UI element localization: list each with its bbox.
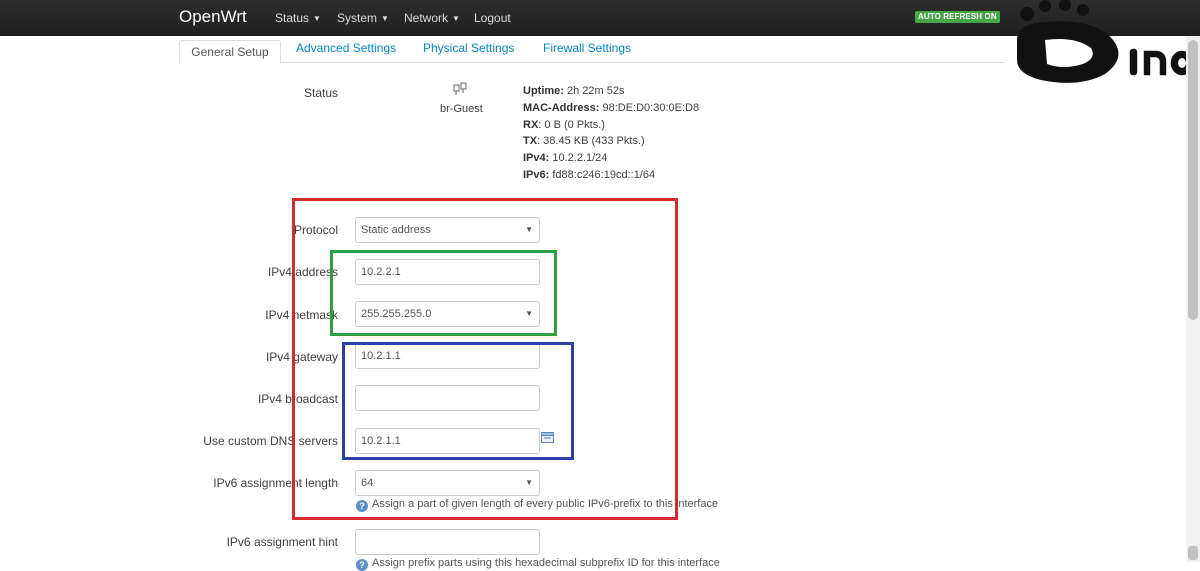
auto-refresh-badge[interactable]: AUTO REFRESH ON [915, 11, 1000, 23]
caret-down-icon: ▼ [452, 14, 460, 23]
tab-physical-settings[interactable]: Physical Settings [423, 41, 514, 64]
dino-logo [1017, 0, 1195, 83]
interface-status-info: Uptime: 2h 22m 52s MAC-Address: 98:DE:D0… [523, 83, 699, 184]
caret-down-icon: ▼ [313, 14, 321, 23]
annotation-box-blue [342, 342, 574, 460]
interface-name: br-Guest [440, 103, 483, 115]
ipv6-hint-help: ? Assign prefix parts using this hexadeci… [356, 557, 720, 571]
menu-logout[interactable]: Logout [474, 11, 511, 25]
page-scrollbar-thumb[interactable] [1188, 40, 1198, 320]
tab-advanced-settings[interactable]: Advanced Settings [296, 41, 396, 64]
menu-status-label: Status [275, 11, 310, 25]
menu-network[interactable]: Network ▼ [404, 11, 460, 25]
page-scrollbar-lower-thumb[interactable] [1188, 546, 1198, 560]
ipv6-hint-input[interactable] [355, 529, 540, 555]
status-line-rx: RX: 0 B (0 Pkts.) [523, 118, 605, 131]
tab-general-setup[interactable]: General Setup [179, 40, 281, 64]
status-label: Status [304, 86, 339, 100]
status-line-tx: TX: 38.45 KB (433 Pkts.) [523, 135, 645, 148]
menu-system-label: System [337, 11, 378, 25]
caret-down-icon: ▼ [381, 14, 389, 23]
status-line-uptime: Uptime: 2h 22m 52s [523, 85, 625, 97]
ipv6-hint-label: IPv6 assignment hint [226, 535, 338, 549]
brand-logo-text[interactable]: OpenWrt [179, 7, 247, 27]
network-interface-icon [453, 82, 467, 95]
menu-network-label: Network [404, 11, 449, 25]
status-line-ipv4: IPv4: 10.2.2.1/24 [523, 152, 608, 165]
tab-firewall-settings[interactable]: Firewall Settings [543, 41, 631, 64]
status-line-mac: MAC-Address: 98:DE:D0:30:0E:D8 [523, 101, 700, 114]
annotation-box-green [330, 250, 557, 336]
status-line-ipv6: IPv6: fd88:c246:19cd::1/64 [523, 168, 656, 181]
menu-status[interactable]: Status ▼ [275, 11, 321, 25]
menu-system[interactable]: System ▼ [337, 11, 389, 25]
help-icon: ? [356, 559, 368, 571]
